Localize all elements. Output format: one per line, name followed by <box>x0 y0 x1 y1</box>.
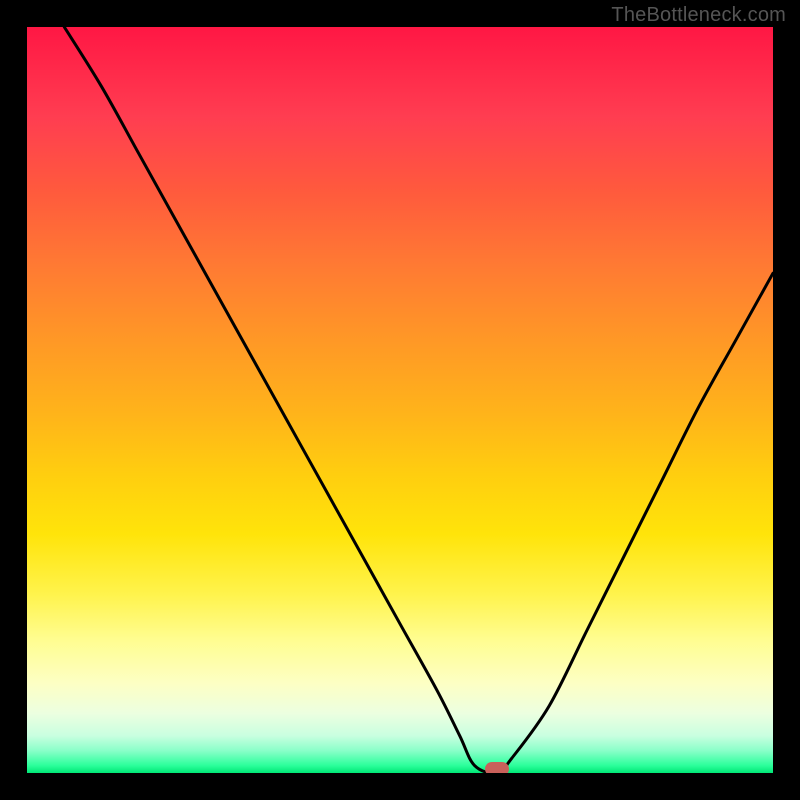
optimal-point-marker <box>485 762 509 773</box>
chart-container: TheBottleneck.com <box>0 0 800 800</box>
curve-svg <box>27 27 773 773</box>
bottleneck-curve-line <box>64 27 773 773</box>
plot-area <box>27 27 773 773</box>
watermark-text: TheBottleneck.com <box>611 4 786 27</box>
